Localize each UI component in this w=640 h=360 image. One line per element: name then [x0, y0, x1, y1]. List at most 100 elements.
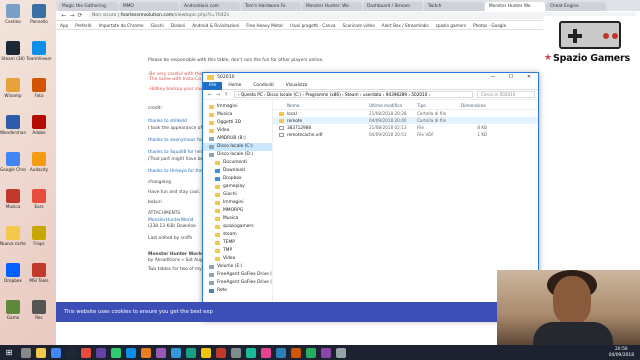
nav-pane-item[interactable]: TEMP	[203, 239, 272, 247]
nav-pane-item[interactable]: Download	[203, 167, 272, 175]
browser-tab[interactable]: Dashboard / Stream	[363, 2, 423, 11]
clock[interactable]: 20:56 04/09/2018	[609, 347, 634, 358]
taskbar-app-icon[interactable]	[50, 347, 61, 358]
desktop-shortcut[interactable]: Dropbox	[0, 263, 26, 291]
ribbon-tab[interactable]: Condividi	[247, 82, 279, 90]
browser-tab[interactable]: MMO	[119, 2, 179, 11]
taskbar-app-icon[interactable]	[260, 347, 271, 358]
nav-pane-item[interactable]: TMP	[203, 247, 272, 255]
breadcrumb[interactable]: › Questo PC › Disco locale (C:) › Progra…	[234, 91, 473, 98]
nav-pane-item[interactable]: Musica	[203, 111, 272, 119]
nav-pane-item[interactable]: Immagini	[203, 103, 272, 111]
taskbar-app-icon[interactable]	[245, 347, 256, 358]
taskbar-app-icon[interactable]	[185, 347, 196, 358]
up-arrow-icon[interactable]: ↑	[222, 92, 230, 98]
desktop-shortcut[interactable]: Adobe	[26, 115, 52, 143]
close-button[interactable]: ✕	[520, 73, 538, 82]
nav-pane-item[interactable]: Disco locale (C:)	[203, 143, 272, 151]
taskbar-app-icon[interactable]	[275, 347, 286, 358]
forum-text-line[interactable]: thanks to stillkeld	[148, 119, 187, 124]
desktop-shortcut[interactable]: Rec	[26, 300, 52, 328]
desktop-shortcut[interactable]: Foto	[26, 78, 52, 106]
taskbar-app-icon[interactable]	[65, 347, 76, 358]
bookmark-item[interactable]: I tuoi progetti - Canva	[290, 23, 336, 28]
desktop-shortcut[interactable]: Musica	[0, 189, 26, 217]
column-date[interactable]: Ultima modifica	[369, 103, 417, 108]
desktop-shortcut[interactable]: MSI Tools	[26, 263, 52, 291]
nav-pane-item[interactable]: FreeAgent GoFlex Drive (G:)	[203, 271, 272, 279]
bookmark-item[interactable]: Giochi	[151, 23, 164, 28]
taskbar-app-icon[interactable]	[320, 347, 331, 358]
file-row[interactable]: remotecache.vdf 04/09/2018 20:51 File VDF 1…	[273, 131, 538, 138]
ribbon-tab[interactable]: Home	[222, 82, 247, 90]
desktop-shortcut[interactable]: Fraps	[26, 226, 52, 254]
taskbar-app-icon[interactable]	[290, 347, 301, 358]
taskbar-app-icon[interactable]	[230, 347, 241, 358]
back-button[interactable]: ←	[60, 12, 68, 20]
taskbar-app-icon[interactable]	[125, 347, 136, 358]
browser-tab[interactable]: Monster Hunter: Wo	[302, 2, 362, 11]
desktop-shortcut[interactable]: Steam (38)	[0, 41, 26, 69]
nav-pane-item[interactable]: Oggetti 3D	[203, 119, 272, 127]
nav-pane-item[interactable]: Rete	[203, 287, 272, 295]
browser-tab[interactable]: Twitch	[424, 2, 484, 11]
nav-pane-item[interactable]: Video	[203, 127, 272, 135]
bookmark-item[interactable]: Alert Box / Streamlabs	[382, 23, 429, 28]
nav-pane-item[interactable]: AMDRUB (B:)	[203, 135, 272, 143]
taskbar-app-icon[interactable]	[170, 347, 181, 358]
taskbar-app-icon[interactable]	[110, 347, 121, 358]
file-row[interactable]: local 21/08/2018 20:28 Cartella di file	[273, 110, 538, 117]
nav-pane-item[interactable]: Dropbox	[203, 175, 272, 183]
ribbon-tab[interactable]: File	[203, 81, 223, 90]
bookmark-item[interactable]: spazio gamers	[436, 23, 466, 28]
taskbar-app-icon[interactable]	[80, 347, 91, 358]
forum-text-line[interactable]: thanks to Hirkoyo for the	[148, 169, 203, 174]
nav-pane-item[interactable]: gameplay	[203, 183, 272, 191]
bookmark-item[interactable]: Free Heavy Metal	[246, 23, 282, 28]
nav-pane-item[interactable]: Documenti	[203, 159, 272, 167]
desktop-shortcut[interactable]: Nuova cartella	[0, 226, 26, 254]
browser-tab[interactable]: Cheat Engine	[546, 2, 606, 11]
desktop-shortcut[interactable]: Google Chrome	[0, 152, 26, 180]
bookmark-item[interactable]: App	[60, 23, 68, 28]
desktop-shortcut[interactable]: Pannello	[26, 4, 52, 32]
taskbar-app-icon[interactable]	[200, 347, 211, 358]
file-row[interactable]: 383712988 21/08/2018 02:13 File 8 KB	[273, 124, 538, 131]
ribbon-tab[interactable]: Visualizza	[280, 82, 314, 90]
start-button[interactable]: ⊞	[3, 348, 15, 358]
column-type[interactable]: Tipo	[417, 103, 461, 108]
bookmark-item[interactable]: Photos - Google	[473, 23, 506, 28]
desktop-shortcut[interactable]: Audacity	[26, 152, 52, 180]
nav-pane-item[interactable]: steam	[203, 231, 272, 239]
desktop-shortcut[interactable]: Wondershare	[0, 115, 26, 143]
taskbar-app-icon[interactable]	[95, 347, 106, 358]
browser-tab[interactable]: Monster Hunter Wo	[485, 2, 545, 11]
browser-tab[interactable]: Magic the Gathering	[58, 2, 118, 11]
nav-pane-item[interactable]: Volume (E:)	[203, 263, 272, 271]
file-row[interactable]: remote 04/09/2018 20:40 Cartella di file	[273, 117, 538, 124]
taskbar-app-icon[interactable]	[215, 347, 226, 358]
maximize-button[interactable]: ☐	[502, 73, 520, 82]
nav-pane-item[interactable]: Musica	[203, 215, 272, 223]
nav-pane-item[interactable]: spaziogamers	[203, 223, 272, 231]
taskbar-app-icon[interactable]	[140, 347, 151, 358]
bookmark-item[interactable]: Dialoni	[171, 23, 186, 28]
nav-pane-item[interactable]: MMORPG	[203, 207, 272, 215]
explorer-search-input[interactable]: Cerca in 502010	[477, 91, 535, 98]
bookmark-item[interactable]: Preferiti	[75, 23, 91, 28]
back-arrow-icon[interactable]: ←	[206, 92, 214, 98]
desktop-shortcut[interactable]: Game	[0, 300, 26, 328]
minimize-button[interactable]: —	[484, 73, 502, 82]
browser-tab[interactable]: Tom's Hardware Fo	[241, 2, 301, 11]
column-name[interactable]: Nome	[287, 103, 369, 108]
forward-arrow-icon[interactable]: →	[214, 92, 222, 98]
forward-button[interactable]: →	[68, 12, 76, 20]
nav-pane-item[interactable]: Disco locale (D:)	[203, 151, 272, 159]
taskbar-app-icon[interactable]	[305, 347, 316, 358]
forum-text-line[interactable]: thanks to anonymous for	[148, 138, 203, 143]
desktop-shortcut[interactable]: Ears	[26, 189, 52, 217]
forum-text-line[interactable]: thanks to Squall8 for help	[148, 150, 205, 155]
bookmark-item[interactable]: Importate da Chrome	[99, 23, 144, 28]
desktop-shortcut[interactable]: Winamp	[0, 78, 26, 106]
nav-pane-item[interactable]: FreeAgent GoFlex Drive (G:)	[203, 279, 272, 287]
